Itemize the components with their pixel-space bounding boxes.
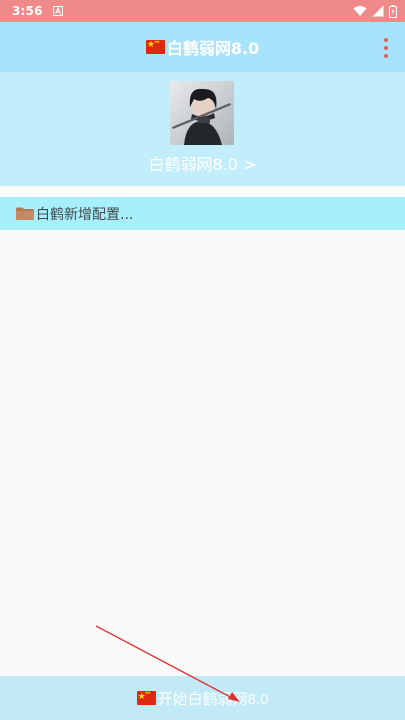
- folder-icon: [16, 207, 34, 220]
- a-notification-icon: [52, 6, 63, 16]
- status-icons: [353, 4, 397, 18]
- status-time: 3:56: [12, 4, 43, 18]
- profile-name[interactable]: 白鹤弱网8.0 >: [0, 151, 405, 175]
- wifi-icon: [353, 5, 367, 17]
- signal-icon: [372, 5, 384, 17]
- status-bar: 3:56: [0, 0, 405, 22]
- config-row[interactable]: 白鹤新增配置...: [0, 197, 405, 230]
- avatar[interactable]: [170, 81, 234, 145]
- app-bar: 白鹤弱网8.0: [0, 22, 405, 72]
- china-flag-icon: [145, 37, 165, 54]
- china-flag-icon: [136, 688, 156, 705]
- profile-card[interactable]: 白鹤弱网8.0 >: [0, 72, 405, 186]
- config-label: 白鹤新增配置...: [36, 206, 134, 223]
- battery-icon: [389, 4, 397, 18]
- start-button-label: 开始白鹤弱网8.0: [157, 690, 269, 708]
- start-button[interactable]: 开始白鹤弱网8.0: [0, 676, 405, 720]
- more-vert-icon[interactable]: [381, 38, 391, 58]
- app-title: 白鹤弱网8.0: [166, 39, 260, 58]
- content-area: [0, 230, 405, 676]
- app-title-container: 白鹤弱网8.0: [145, 35, 260, 59]
